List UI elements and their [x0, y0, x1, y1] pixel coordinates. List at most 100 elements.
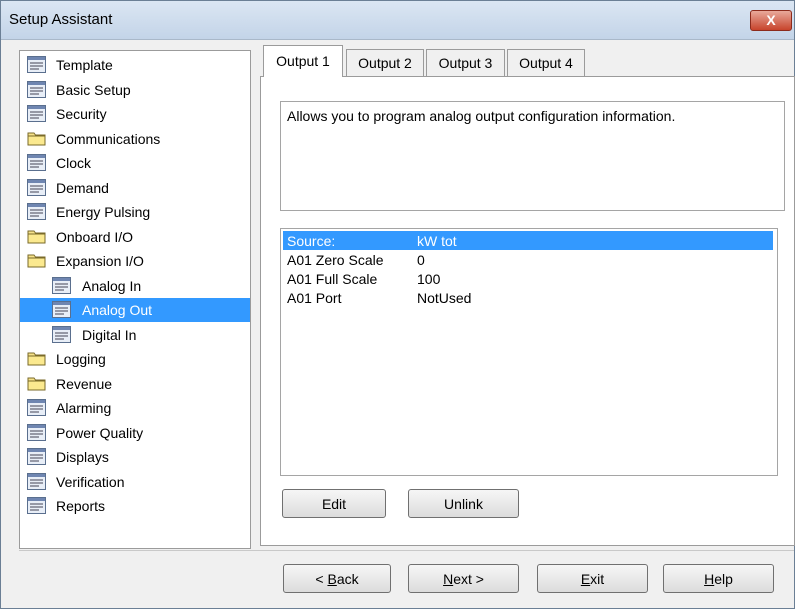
tree-item-label: Clock [56, 155, 92, 171]
close-icon: X [766, 12, 776, 28]
form-icon [27, 105, 46, 122]
form-icon [27, 154, 46, 171]
tree-item[interactable]: Basic Setup [20, 78, 250, 102]
tree-item-label: Template [56, 57, 113, 73]
form-icon [27, 178, 46, 196]
tree-item[interactable]: Alarming [20, 396, 250, 420]
exit-rest: xit [590, 571, 605, 587]
description-text: Allows you to program analog output conf… [287, 108, 676, 124]
tree-item[interactable]: Communications [20, 127, 250, 151]
property-value: kW tot [417, 233, 457, 249]
tab-output-3[interactable]: Output 3 [426, 49, 505, 76]
back-accel: B [327, 571, 337, 587]
tab-label: Output 2 [358, 55, 412, 71]
tree-item[interactable]: Logging [20, 347, 250, 371]
tab-output-2[interactable]: Output 2 [346, 49, 424, 76]
back-prefix: < [315, 571, 328, 587]
tree-item-label: Energy Pulsing [56, 204, 151, 220]
setup-tree[interactable]: Template Basic Setup Security Communication… [19, 50, 251, 549]
tree-item-label: Basic Setup [56, 81, 131, 98]
property-row[interactable]: A01 Zero Scale 0 [283, 250, 773, 269]
tab-label: Output 4 [519, 55, 573, 71]
next-rest: ext > [453, 571, 484, 587]
form-icon [52, 325, 71, 343]
form-icon [52, 276, 71, 294]
tree-item-label: Analog Out [82, 302, 153, 318]
help-accel: H [704, 571, 715, 587]
folder-icon [27, 228, 46, 245]
tab-label: Output 1 [276, 53, 330, 69]
tree-item[interactable]: Template [20, 53, 250, 77]
close-button[interactable]: X [750, 10, 792, 31]
exit-button[interactable]: Exit [537, 564, 648, 593]
tree-item-label: Power Quality [56, 424, 144, 441]
tab-output-1[interactable]: Output 1 [263, 45, 343, 77]
form-icon [27, 448, 46, 465]
form-icon [52, 301, 71, 318]
exit-accel: E [580, 571, 591, 587]
tree-item-label: Communications [56, 130, 161, 147]
tree-item-label: Verification [56, 473, 125, 490]
tree-item-label: Alarming [56, 400, 112, 416]
property-name: A01 Port [287, 290, 342, 306]
tree-item-label: Expansion I/O [56, 253, 144, 269]
tree-item[interactable]: Analog Out [20, 298, 250, 322]
tree-item[interactable]: Demand [20, 176, 250, 200]
next-accel: N [443, 571, 454, 587]
unlink-button[interactable]: Unlink [408, 489, 519, 518]
title-bar: Setup Assistant X [1, 1, 794, 40]
tree-item-label: Digital In [82, 326, 137, 343]
back-button[interactable]: < Back [283, 564, 391, 593]
tree-item[interactable]: Displays [20, 445, 250, 469]
help-button[interactable]: Help [663, 564, 774, 593]
property-name: A01 Zero Scale [287, 252, 384, 268]
tree-item[interactable]: Revenue [20, 372, 250, 396]
edit-button[interactable]: Edit [282, 489, 386, 518]
tree-item-label: Logging [56, 351, 106, 367]
tree-item[interactable]: Power Quality [20, 421, 250, 445]
property-name: Source: [287, 233, 336, 249]
separator [19, 550, 794, 551]
folder-icon [27, 350, 46, 367]
tree-item-label: Demand [56, 179, 109, 196]
form-icon [27, 203, 46, 220]
folder-icon [27, 130, 46, 147]
tree-item[interactable]: Security [20, 102, 250, 126]
form-icon [27, 56, 46, 73]
tree-item-label: Reports [56, 498, 106, 514]
property-value: 100 [417, 271, 441, 287]
tree-item-label: Analog In [82, 277, 142, 294]
property-name: A01 Full Scale [287, 271, 378, 287]
tree-item[interactable]: Energy Pulsing [20, 200, 250, 224]
tree-item[interactable]: Verification [20, 470, 250, 494]
property-value: 0 [417, 252, 425, 268]
tree-item[interactable]: Clock [20, 151, 250, 175]
tree-item-label: Revenue [56, 375, 113, 392]
folder-icon [27, 252, 46, 269]
property-row[interactable]: Source: kW tot [283, 231, 773, 250]
property-row[interactable]: A01 Full Scale 100 [283, 269, 773, 288]
window-title: Setup Assistant [9, 11, 113, 28]
form-icon [27, 472, 46, 490]
property-list[interactable]: Source: kW tot A01 Zero Scale 0 A01 Full Sca… [280, 228, 778, 476]
form-icon [27, 497, 46, 514]
property-row[interactable]: A01 Port NotUsed [283, 288, 773, 307]
folder-icon [27, 375, 46, 392]
tree-item[interactable]: Onboard I/O [20, 225, 250, 249]
tab-output-4[interactable]: Output 4 [507, 49, 585, 76]
tree-item[interactable]: Digital In [20, 323, 250, 347]
form-icon [27, 423, 46, 441]
tree-item-label: Displays [56, 449, 109, 465]
edit-button-label: Edit [321, 496, 347, 512]
form-icon [27, 80, 46, 98]
tree-item[interactable]: Reports [20, 494, 250, 518]
setup-assistant-window: Setup Assistant X Template Basic Setup Sec… [0, 0, 795, 609]
unlink-button-label: Unlink [444, 496, 483, 512]
tree-item-label: Security [56, 106, 107, 122]
next-button[interactable]: Next > [408, 564, 519, 593]
tree-item[interactable]: Expansion I/O [20, 249, 250, 273]
tree-item[interactable]: Analog In [20, 274, 250, 298]
property-value: NotUsed [417, 290, 472, 306]
tab-label: Output 3 [438, 55, 493, 71]
form-icon [27, 399, 46, 416]
